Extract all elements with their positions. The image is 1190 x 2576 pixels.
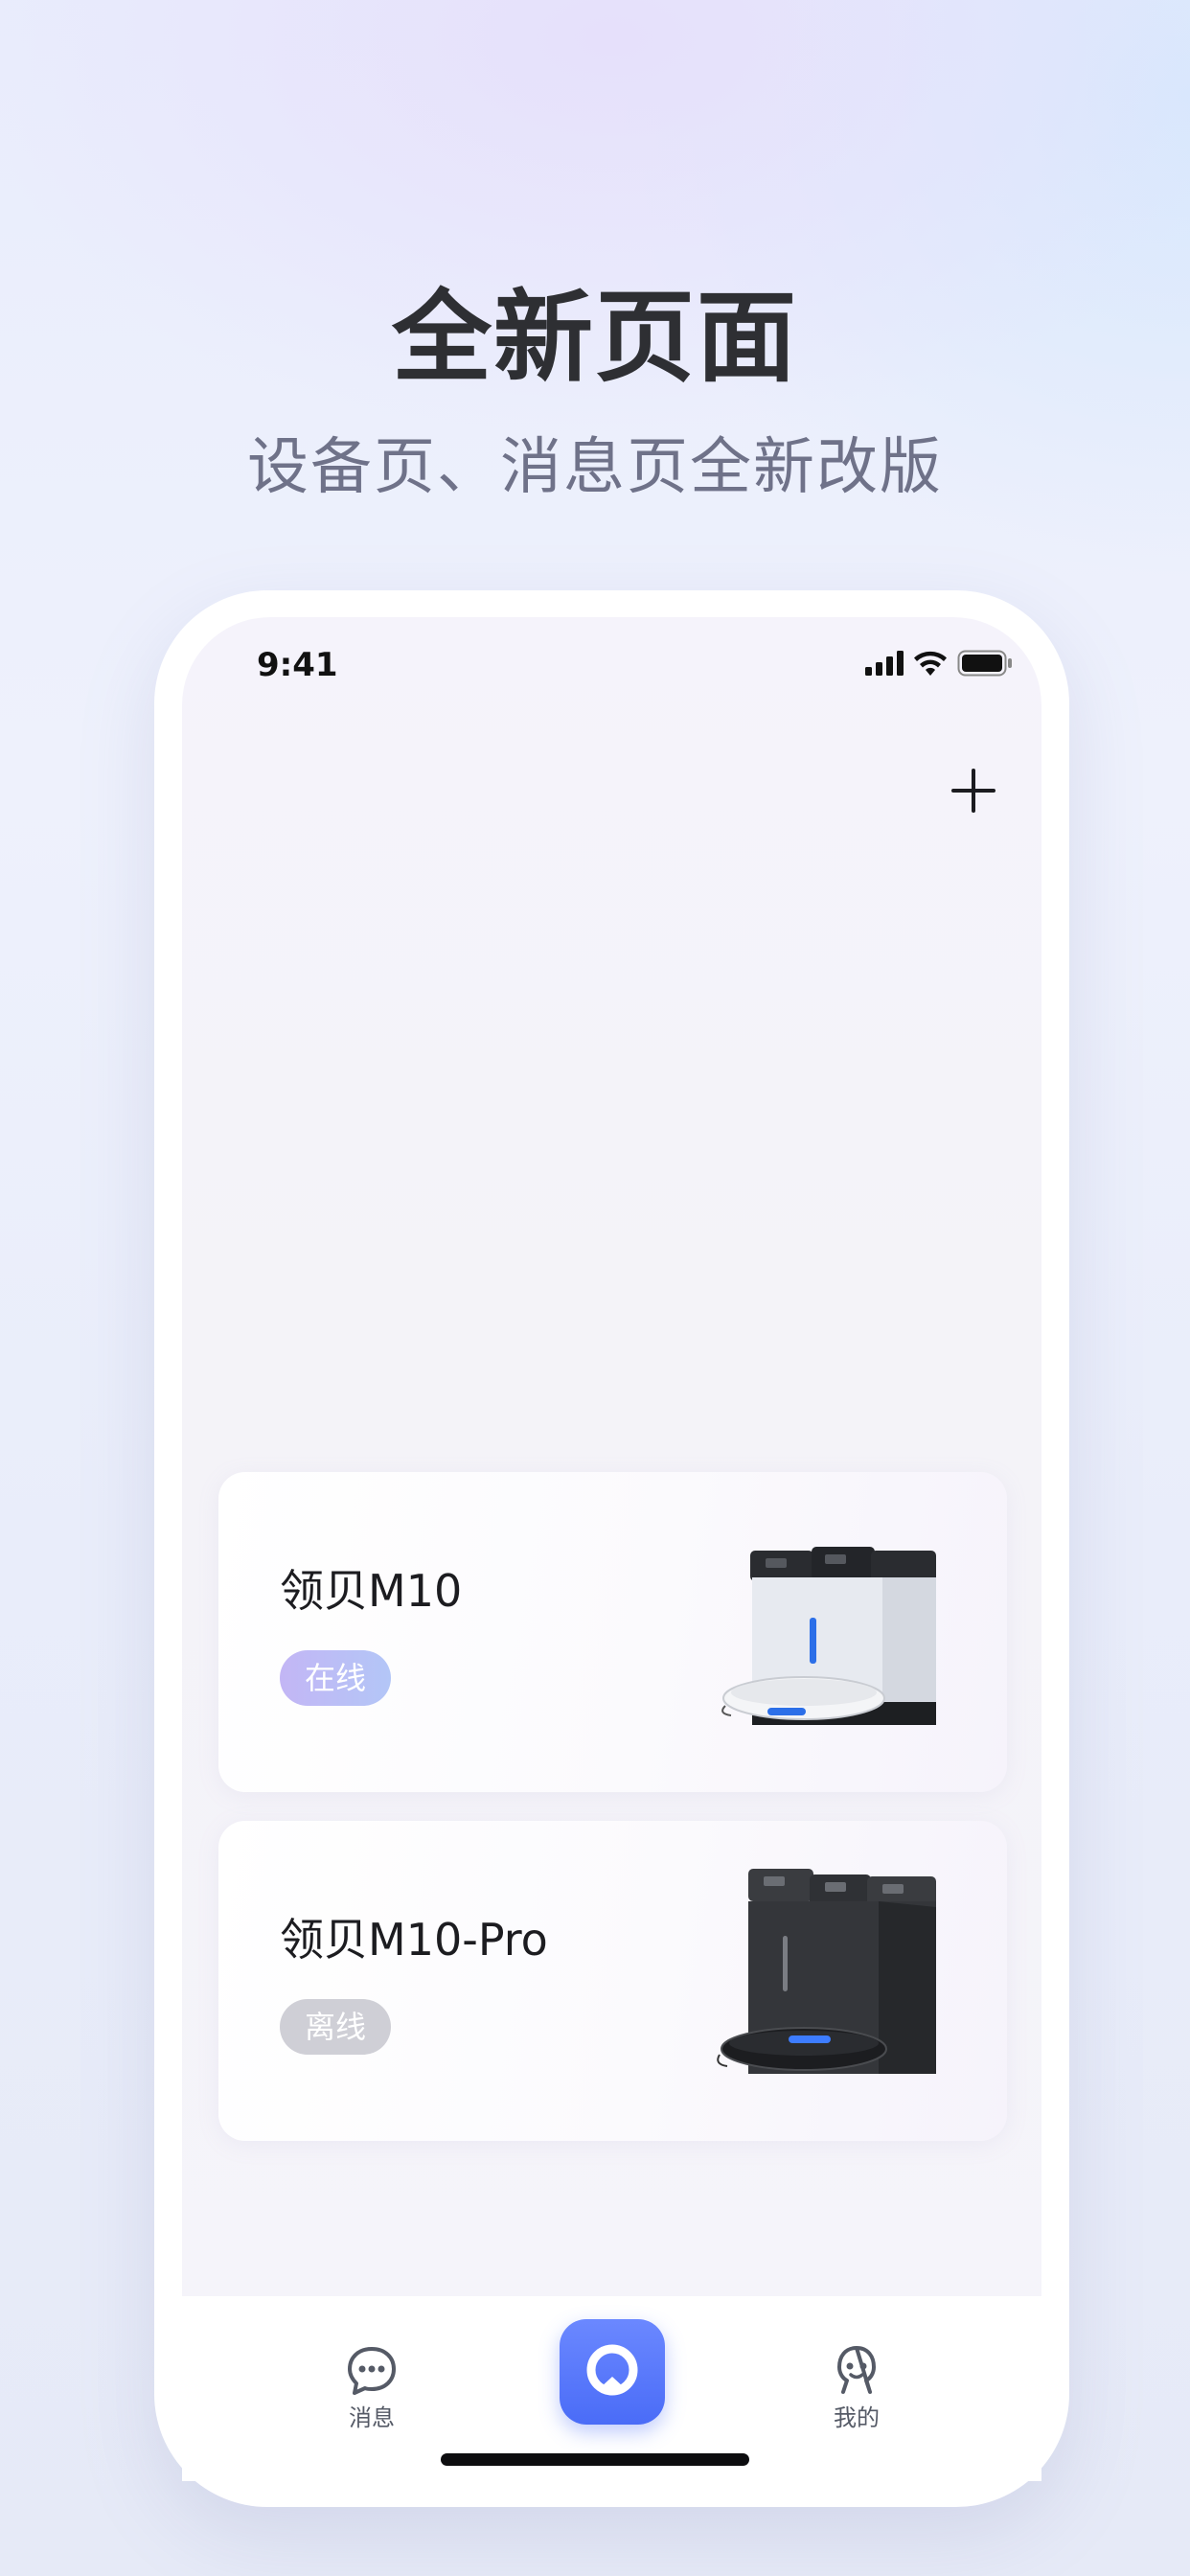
device-card-m10[interactable]: 领贝M10 在线	[218, 1472, 1007, 1792]
status-badge: 在线	[280, 1650, 391, 1706]
home-button[interactable]	[560, 2319, 665, 2425]
device-name: 领贝M10-Pro	[280, 1914, 548, 1966]
device-name: 领贝M10	[280, 1565, 463, 1617]
promo-subheadline: 设备页、消息页全新改版	[247, 432, 943, 503]
status-time: 9:41	[257, 646, 338, 684]
status-icons	[865, 648, 1013, 678]
device-card-m10-pro[interactable]: 领贝M10-Pro 离线	[218, 1821, 1007, 2141]
tab-profile-label: 我的	[834, 2404, 880, 2431]
promo-headline: 全新页面	[391, 279, 798, 396]
black-robot-vacuum-station-image	[717, 1869, 936, 2074]
user-icon	[837, 2346, 876, 2394]
tab-messages-label: 消息	[349, 2404, 395, 2431]
chat-bubble-icon	[348, 2347, 396, 2395]
battery-icon	[957, 650, 1012, 677]
wifi-icon	[914, 651, 947, 676]
app-screen: 9:41 领贝M10 在线 领贝M10-Pro 离线 消息 我的	[182, 617, 1041, 2481]
home-indicator[interactable]	[441, 2453, 749, 2466]
add-device-button[interactable]	[950, 767, 997, 815]
tab-messages[interactable]: 消息	[314, 2344, 429, 2432]
phone-mockup: 9:41 领贝M10 在线 领贝M10-Pro 离线 消息 我的	[154, 590, 1069, 2507]
plus-icon	[951, 769, 995, 813]
tab-profile[interactable]: 我的	[799, 2344, 914, 2432]
white-robot-vacuum-station-image	[721, 1547, 936, 1725]
status-badge: 离线	[280, 1999, 391, 2055]
signal-icon	[865, 651, 904, 676]
app-logo-icon	[586, 2344, 638, 2396]
